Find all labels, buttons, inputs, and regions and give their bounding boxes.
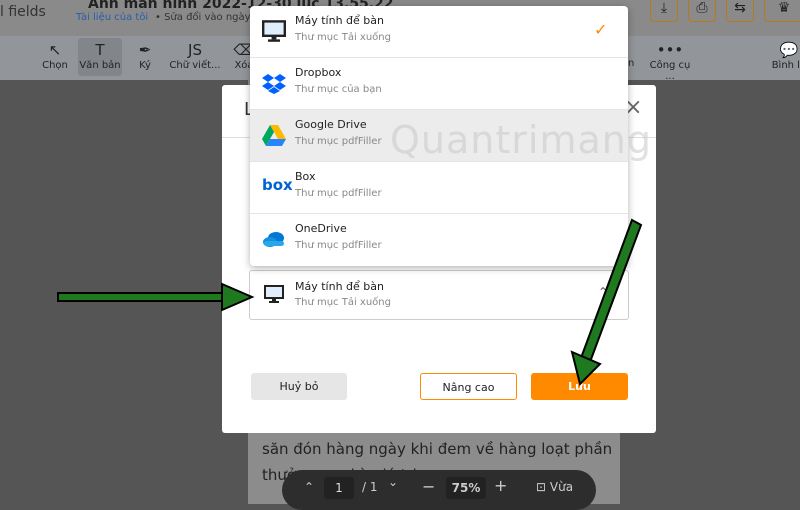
arrow-down-icon	[570, 218, 643, 386]
arrow-left-icon	[57, 282, 255, 312]
annotation-arrows	[57, 218, 643, 386]
